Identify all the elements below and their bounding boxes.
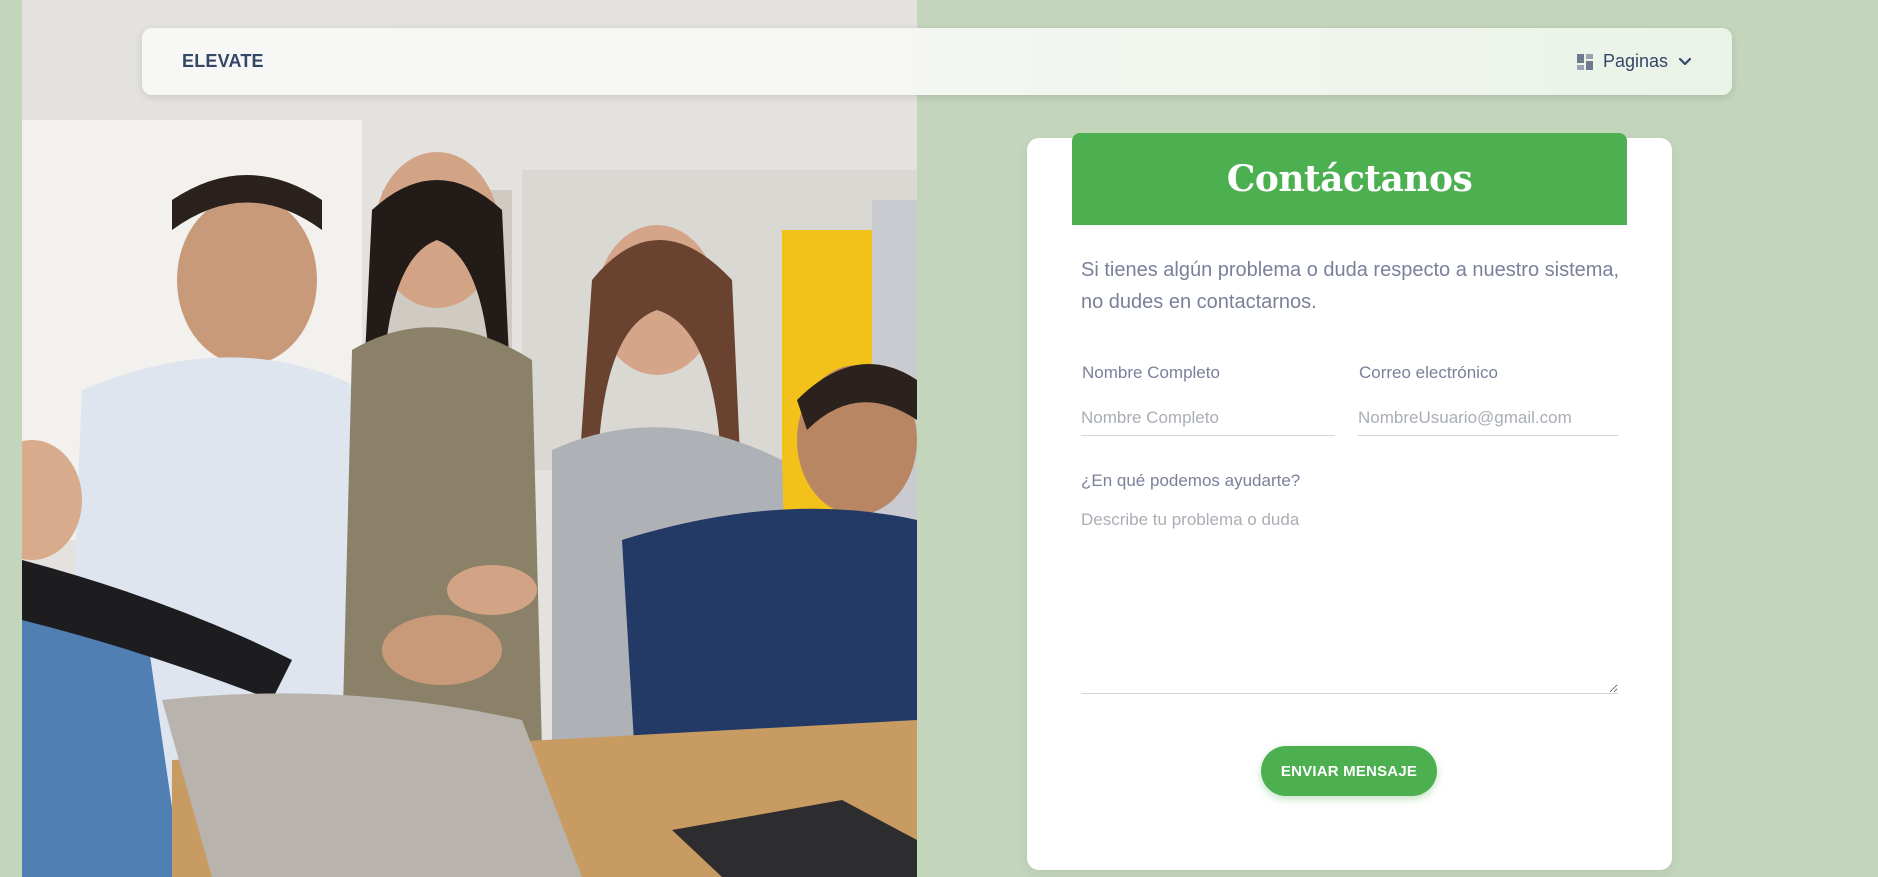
email-field-label: Correo electrónico xyxy=(1359,363,1498,382)
top-navbar: ELEVATE Paginas xyxy=(142,28,1732,95)
contact-card: Contáctanos Si tienes algún problema o d… xyxy=(1027,133,1672,870)
contact-description: Si tienes algún problema o duda respecto… xyxy=(1081,259,1620,313)
name-input[interactable] xyxy=(1081,400,1335,436)
send-message-button[interactable]: ENVIAR MENSAJE xyxy=(1261,746,1437,796)
brand-logo[interactable]: ELEVATE xyxy=(182,51,264,72)
name-field-label: Nombre Completo xyxy=(1082,363,1220,382)
contact-title: Contáctanos xyxy=(1226,158,1473,200)
pages-dropdown-label: Paginas xyxy=(1602,51,1668,71)
chevron-down-icon xyxy=(1678,57,1692,67)
message-textarea[interactable] xyxy=(1081,510,1618,694)
message-field-label: ¿En qué podemos ayudarte? xyxy=(1081,471,1301,490)
contact-card-header: Contáctanos xyxy=(1072,133,1627,225)
email-input[interactable] xyxy=(1358,400,1618,436)
pages-dropdown[interactable]: Paginas xyxy=(1576,51,1692,72)
dashboard-icon xyxy=(1576,53,1593,70)
team-photo xyxy=(22,0,917,877)
